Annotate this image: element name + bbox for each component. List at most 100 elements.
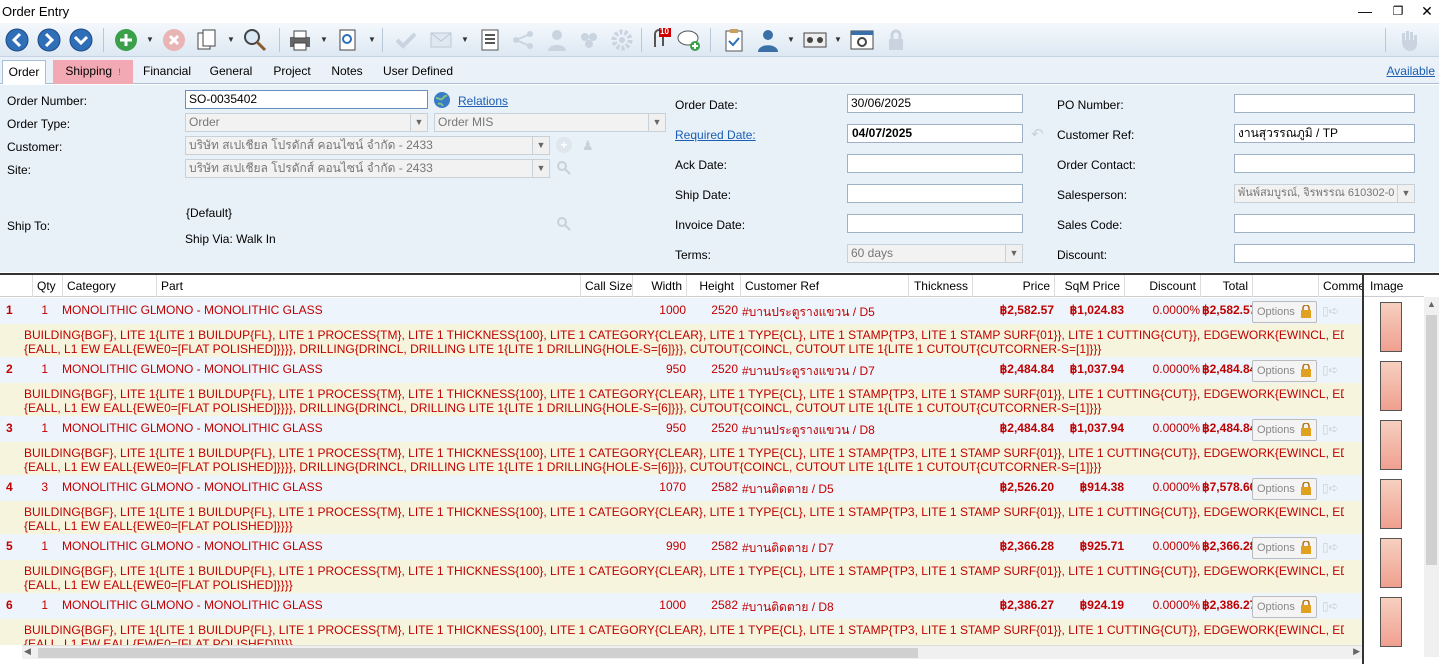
total-cell[interactable]: ฿2,582.57 (1202, 303, 1252, 317)
col-height[interactable]: Height (686, 275, 738, 297)
tab-project[interactable]: Project (267, 60, 317, 84)
tab-order[interactable]: Order (2, 60, 46, 84)
terms-select[interactable]: 60 days ▼ (847, 244, 1023, 263)
tab-user-defined[interactable]: User Defined (378, 60, 458, 84)
attachment-button[interactable]: 10 (645, 26, 673, 54)
ship-to-search-icon[interactable] (556, 216, 572, 232)
category-cell[interactable]: MONOLITHIC GLASS (62, 539, 156, 553)
order-type-select[interactable]: Order ▼ (185, 113, 428, 132)
height-cell[interactable]: 2520 (686, 421, 738, 435)
col-discount[interactable]: Discount (1124, 275, 1200, 297)
part-cell[interactable]: MONO - MONOLITHIC GLASS (156, 421, 580, 435)
discount-cell[interactable]: 0.0000% (1124, 539, 1200, 553)
customer-ref-cell[interactable]: #บานติดตาย / D7 (742, 539, 908, 558)
clipboard-button[interactable] (720, 26, 748, 54)
price-cell[interactable]: ฿2,582.57 (972, 303, 1054, 317)
print-dropdown[interactable]: ▼ (320, 35, 328, 45)
discount-cell[interactable]: 0.0000% (1124, 303, 1200, 317)
qty-cell[interactable]: 1 (30, 539, 48, 553)
part-cell[interactable]: MONO - MONOLITHIC GLASS (156, 598, 580, 612)
customer-select[interactable]: บริษัท สเปเชียล โปรดักส์ คอนไซน์ จำกัด -… (185, 136, 550, 155)
view-button[interactable] (848, 26, 876, 54)
glass-thumbnail[interactable] (1380, 361, 1402, 411)
tab-notes[interactable]: Notes (326, 60, 368, 84)
required-date-label[interactable]: Required Date: (675, 128, 756, 142)
list-button[interactable] (476, 26, 504, 54)
width-cell[interactable]: 950 (632, 421, 686, 435)
col-image[interactable]: Image (1364, 275, 1424, 297)
qty-cell[interactable]: 1 (30, 421, 48, 435)
col-total[interactable]: Total (1200, 275, 1252, 297)
po-number-field[interactable] (1234, 94, 1415, 113)
comment-icon[interactable]: ▯➪ (1322, 304, 1339, 318)
price-cell[interactable]: ฿2,366.28 (972, 539, 1054, 553)
horizontal-scrollbar[interactable]: ◀ ▶ (22, 645, 1362, 659)
category-cell[interactable]: MONOLITHIC GLASS (62, 303, 156, 317)
user-button[interactable] (543, 26, 571, 54)
total-cell[interactable]: ฿2,484.84 (1202, 421, 1252, 435)
table-row[interactable]: 3 1 MONOLITHIC GLASS MONO - MONOLITHIC G… (0, 416, 1362, 475)
col-customer-ref[interactable]: Customer Ref (740, 275, 908, 297)
table-row[interactable]: 5 1 MONOLITHIC GLASS MONO - MONOLITHIC G… (0, 534, 1362, 593)
preview-dropdown[interactable]: ▼ (368, 35, 376, 45)
category-cell[interactable]: MONOLITHIC GLASS (62, 598, 156, 612)
table-row[interactable]: 4 3 MONOLITHIC GLASS MONO - MONOLITHIC G… (0, 475, 1362, 534)
comment-icon[interactable]: ▯➪ (1322, 481, 1339, 495)
height-cell[interactable]: 2582 (686, 539, 738, 553)
options-button[interactable]: Options (1252, 419, 1317, 441)
scroll-up-icon[interactable]: ▲ (1427, 299, 1436, 309)
height-cell[interactable]: 2582 (686, 598, 738, 612)
comment-icon[interactable]: ▯➪ (1322, 363, 1339, 377)
hand-button[interactable] (1395, 26, 1423, 54)
table-row[interactable]: 2 1 MONOLITHIC GLASS MONO - MONOLITHIC G… (0, 357, 1362, 416)
discount-cell[interactable]: 0.0000% (1124, 480, 1200, 494)
forward-button[interactable] (35, 26, 63, 54)
tab-shipping[interactable]: Shipping! (53, 60, 133, 84)
total-cell[interactable]: ฿7,578.60 (1202, 480, 1252, 494)
email-dropdown[interactable]: ▼ (461, 35, 469, 45)
col-part[interactable]: Part (156, 275, 580, 297)
discount-cell[interactable]: 0.0000% (1124, 421, 1200, 435)
available-link[interactable]: Available (1387, 64, 1435, 78)
table-row[interactable]: 1 1 MONOLITHIC GLASS MONO - MONOLITHIC G… (0, 298, 1362, 357)
glass-thumbnail[interactable] (1380, 479, 1402, 529)
glass-thumbnail[interactable] (1380, 538, 1402, 588)
tab-general[interactable]: General (205, 60, 257, 84)
group-button[interactable] (575, 26, 603, 54)
required-date-field[interactable]: 04/07/2025 (847, 124, 1023, 143)
customer-ref-cell[interactable]: #บานประตูรางแขวน / D7 (742, 362, 908, 381)
relations-link[interactable]: Relations (458, 94, 508, 108)
sqm-price-cell[interactable]: ฿1,024.83 (1054, 303, 1124, 317)
col-width[interactable]: Width (632, 275, 686, 297)
person-icon[interactable]: ♟ (582, 138, 594, 154)
customer-ref-field[interactable]: งานสุวรรณภูมิ / TP (1234, 124, 1415, 143)
add-customer-icon[interactable]: + (556, 137, 572, 153)
tools-button[interactable] (801, 26, 829, 54)
options-button[interactable]: Options (1252, 360, 1317, 382)
width-cell[interactable]: 1000 (632, 303, 686, 317)
preview-button[interactable] (334, 26, 362, 54)
height-cell[interactable]: 2520 (686, 362, 738, 376)
search-button[interactable] (241, 26, 269, 54)
restore-button[interactable]: ❐ (1383, 2, 1413, 20)
col-comment[interactable]: Comment (1318, 275, 1362, 297)
contact-dropdown[interactable]: ▼ (787, 35, 795, 45)
comment-icon[interactable]: ▯➪ (1322, 599, 1339, 613)
col-price[interactable]: Price (972, 275, 1054, 297)
discount-cell[interactable]: 0.0000% (1124, 598, 1200, 612)
sales-code-field[interactable] (1234, 214, 1415, 233)
qty-cell[interactable]: 3 (30, 480, 48, 494)
category-cell[interactable]: MONOLITHIC GLASS (62, 421, 156, 435)
price-cell[interactable]: ฿2,484.84 (972, 362, 1054, 376)
comment-add-button[interactable] (675, 26, 703, 54)
site-select[interactable]: บริษัท สเปเชียล โปรดักส์ คอนไซน์ จำกัด -… (185, 159, 550, 178)
part-cell[interactable]: MONO - MONOLITHIC GLASS (156, 362, 580, 376)
sqm-price-cell[interactable]: ฿914.38 (1054, 480, 1124, 494)
width-cell[interactable]: 990 (632, 539, 686, 553)
height-cell[interactable]: 2520 (686, 303, 738, 317)
customer-ref-cell[interactable]: #บานติดตาย / D5 (742, 480, 908, 499)
vertical-scroll-thumb[interactable] (1426, 315, 1437, 565)
approve-button[interactable] (392, 26, 420, 54)
settings-button[interactable] (608, 26, 636, 54)
add-button[interactable] (112, 26, 140, 54)
